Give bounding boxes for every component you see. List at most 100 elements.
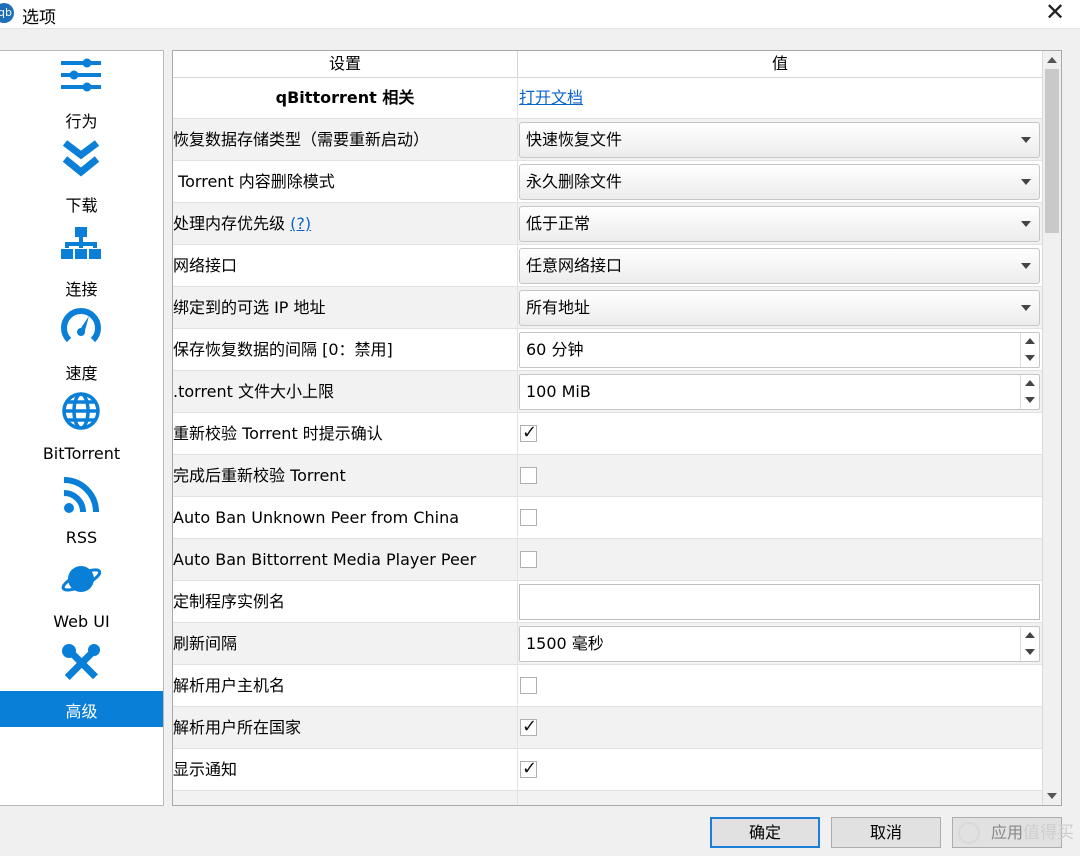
torrent-size-limit-spinbox[interactable]: 100 MiB — [519, 374, 1040, 410]
sidebar-item-downloads[interactable]: 下载 — [0, 135, 163, 219]
title-bar: qb 选项 ✕ — [0, 0, 1080, 29]
combo-value: 任意网络接口 — [526, 256, 623, 275]
column-header-value[interactable]: 值 — [518, 51, 1042, 77]
instance-name-field[interactable] — [519, 584, 1040, 620]
setting-label: 重新校验 Torrent 时提示确认 — [173, 413, 518, 454]
combo-value: 所有地址 — [526, 298, 591, 317]
sidebar-item-rss[interactable]: RSS — [0, 471, 163, 555]
sidebar-item-label: 速度 — [65, 364, 98, 383]
rss-icon — [63, 477, 99, 513]
chevron-down-icon — [1021, 221, 1031, 227]
setting-label: 处理内存优先级 (?) — [173, 203, 518, 244]
setting-label: 绑定到的可选 IP 地址 — [173, 287, 518, 328]
setting-label: Auto Ban Unknown Peer from China — [173, 497, 518, 538]
refresh-interval-spinbox[interactable]: 1500 毫秒 — [519, 626, 1040, 662]
speedometer-icon — [61, 307, 101, 343]
chevron-down-icon — [1021, 179, 1031, 185]
table-row: 恢复数据存储类型（需要重新启动） 快速恢复文件 — [173, 119, 1042, 161]
column-header-setting[interactable]: 设置 — [173, 51, 518, 77]
spin-down-icon[interactable] — [1025, 649, 1035, 655]
chevron-down-icon — [1021, 263, 1031, 269]
sidebar-item-label: 下载 — [65, 196, 98, 215]
sidebar-item-advanced-icon-area[interactable] — [0, 639, 163, 693]
bind-ip-combo[interactable]: 所有地址 — [519, 290, 1040, 326]
table-row: 刷新间隔 1500 毫秒 — [173, 623, 1042, 665]
combo-value: 低于正常 — [526, 214, 591, 233]
tools-icon — [62, 644, 100, 680]
resolve-hostnames-checkbox[interactable] — [520, 677, 537, 694]
spin-down-icon[interactable] — [1025, 355, 1035, 361]
table-row: 处理内存优先级 (?) 低于正常 — [173, 203, 1042, 245]
sidebar-item-label: 连接 — [65, 280, 98, 299]
auto-ban-media-player-peer-checkbox[interactable] — [520, 551, 537, 568]
setting-label: Torrent 内容删除模式 — [173, 161, 518, 202]
spin-up-icon[interactable] — [1025, 380, 1035, 386]
chevron-down-icon — [1021, 137, 1031, 143]
spinbox-value: 1500 毫秒 — [526, 634, 604, 653]
spin-up-icon[interactable] — [1025, 632, 1035, 638]
sidebar-item-label: Web UI — [53, 612, 110, 631]
table-row: qBittorrent 相关 打开文档 — [173, 77, 1042, 119]
spinbox-buttons — [1020, 627, 1039, 661]
vertical-scrollbar[interactable] — [1042, 51, 1061, 805]
network-interface-combo[interactable]: 任意网络接口 — [519, 248, 1040, 284]
table-row — [173, 791, 1042, 805]
globe-icon — [62, 392, 100, 430]
cancel-button[interactable]: 取消 — [831, 817, 941, 848]
scroll-up-icon[interactable] — [1047, 57, 1057, 63]
window-title: 选项 — [22, 8, 56, 28]
setting-label: 刷新间隔 — [173, 623, 518, 664]
content-delete-mode-combo[interactable]: 永久删除文件 — [519, 164, 1040, 200]
setting-label: 保存恢复数据的间隔 [0：禁用] — [173, 329, 518, 370]
setting-label — [173, 791, 518, 805]
setting-label: Auto Ban Bittorrent Media Player Peer — [173, 539, 518, 580]
spinbox-buttons — [1020, 375, 1039, 409]
open-documentation-link[interactable]: 打开文档 — [519, 77, 583, 118]
spin-up-icon[interactable] — [1025, 338, 1035, 344]
setting-label: 显示通知 — [173, 749, 518, 790]
sidebar-item-label: 高级 — [65, 702, 98, 721]
setting-label: 解析用户所在国家 — [173, 707, 518, 748]
section-title: qBittorrent 相关 — [173, 77, 518, 118]
sidebar-item-label: BitTorrent — [42, 444, 121, 463]
watermark: 值得买 — [956, 816, 1074, 850]
sidebar-item-webui[interactable]: Web UI — [0, 555, 163, 639]
sidebar-item-behavior[interactable]: 行为 — [0, 51, 163, 135]
resolve-countries-checkbox[interactable] — [520, 716, 537, 737]
sidebar-item-bittorrent[interactable]: BitTorrent — [0, 387, 163, 471]
spinbox-value: 60 分钟 — [526, 340, 584, 359]
resume-data-storage-combo[interactable]: 快速恢复文件 — [519, 122, 1040, 158]
setting-label: 恢复数据存储类型（需要重新启动） — [173, 119, 518, 160]
spin-down-icon[interactable] — [1025, 397, 1035, 403]
show-notifications-checkbox[interactable] — [520, 758, 537, 779]
sidebar-item-label: 行为 — [65, 112, 98, 131]
save-resume-interval-spinbox[interactable]: 60 分钟 — [519, 332, 1040, 368]
setting-label: 解析用户主机名 — [173, 665, 518, 706]
table-row: Torrent 内容删除模式 永久删除文件 — [173, 161, 1042, 203]
sidebar-item-connection[interactable]: 连接 — [0, 219, 163, 303]
watermark-text: 值得买 — [1023, 823, 1074, 843]
help-link[interactable]: (?) — [290, 214, 311, 233]
close-icon[interactable]: ✕ — [1040, 0, 1070, 26]
scrollbar-thumb[interactable] — [1045, 69, 1059, 233]
setting-label: 完成后重新校验 Torrent — [173, 455, 518, 496]
network-icon — [61, 227, 101, 259]
recheck-on-completion-checkbox[interactable] — [520, 467, 537, 484]
table-row: Auto Ban Bittorrent Media Player Peer — [173, 539, 1042, 581]
sidebar-item-speed[interactable]: 速度 — [0, 303, 163, 387]
table-row: 重新校验 Torrent 时提示确认 — [173, 413, 1042, 455]
combo-value: 永久删除文件 — [526, 172, 623, 191]
table-row: 完成后重新校验 Torrent — [173, 455, 1042, 497]
scroll-down-icon[interactable] — [1047, 793, 1057, 799]
table-row: 保存恢复数据的间隔 [0：禁用] 60 分钟 — [173, 329, 1042, 371]
spinbox-value: 100 MiB — [526, 382, 591, 401]
table-row: Auto Ban Unknown Peer from China — [173, 497, 1042, 539]
qbittorrent-app-icon: qb — [0, 3, 14, 23]
ok-button[interactable]: 确定 — [710, 817, 820, 848]
memory-priority-combo[interactable]: 低于正常 — [519, 206, 1040, 242]
auto-ban-unknown-peer-checkbox[interactable] — [520, 509, 537, 526]
combo-value: 快速恢复文件 — [526, 130, 623, 149]
confirm-recheck-checkbox[interactable] — [520, 422, 537, 443]
table-header: 设置 值 — [173, 51, 1042, 78]
sidebar-item-advanced[interactable]: 高级 — [0, 691, 163, 727]
